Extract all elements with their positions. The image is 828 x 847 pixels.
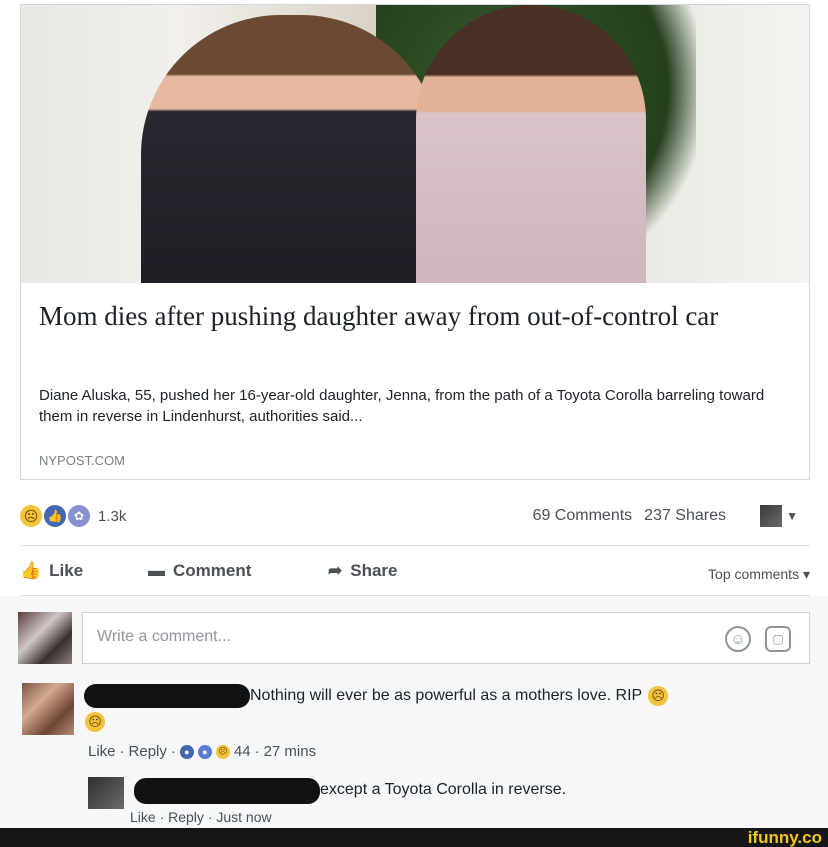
comment-sort-dropdown[interactable]: Top comments ▾	[708, 566, 810, 583]
chevron-down-icon: ▼	[786, 509, 798, 523]
watermark-bar: ifunny.co	[0, 828, 828, 847]
sad-emoji-icon: ☹	[85, 712, 105, 732]
replier-avatar[interactable]	[88, 777, 124, 809]
comment-reply-link[interactable]: Reply	[129, 743, 167, 760]
comment-meta: Like · Reply · ● ● ☹ 44 · 27 mins	[88, 743, 316, 760]
care-reaction-icon: ✿	[68, 505, 90, 527]
avatar	[760, 505, 783, 527]
commenter-avatar[interactable]	[22, 683, 74, 735]
like-reaction-icon: ●	[179, 744, 194, 759]
article-photo[interactable]	[21, 5, 809, 283]
comment-time[interactable]: 27 mins	[264, 743, 317, 760]
post-as-selector[interactable]: ▼	[760, 505, 798, 527]
comment-label: Comment	[173, 561, 252, 580]
divider	[20, 545, 810, 546]
sort-label: Top comments	[708, 566, 800, 582]
emoji-icon[interactable]: ☺	[725, 626, 751, 652]
article-description: Diane Aluska, 55, pushed her 16-year-old…	[39, 387, 765, 425]
current-user-avatar[interactable]	[18, 612, 72, 664]
comment-emoji-line: ☹	[85, 712, 105, 732]
shares-count[interactable]: 237 Shares	[644, 507, 726, 525]
link-preview-card[interactable]: Mom dies after pushing daughter away fro…	[20, 4, 810, 480]
separator-dot: ·	[119, 743, 125, 760]
daughter-figure	[416, 5, 646, 283]
comment-placeholder: Write a comment...	[97, 628, 231, 645]
ifunny-watermark: ifunny.co	[747, 828, 822, 847]
comment-text: Nothing will ever be as powerful as a mo…	[250, 686, 669, 706]
like-label: Like	[49, 561, 84, 580]
redacted-name	[84, 684, 250, 708]
article-headline[interactable]: Mom dies after pushing daughter away fro…	[39, 300, 779, 333]
sad-emoji-icon: ☹	[20, 505, 42, 527]
comments-count[interactable]: 69 Comments	[533, 507, 633, 525]
comment-button[interactable]: ▬ Comment	[148, 561, 251, 581]
share-arrow-icon: ➦	[328, 561, 343, 580]
stats-row: ☹ 👍 ✿ 1.3k 69 Comments 237 Shares ▼	[20, 505, 810, 531]
separator-dot: ·	[254, 743, 260, 760]
article-source: NYPOST.COM	[39, 453, 125, 468]
redacted-name	[134, 778, 320, 804]
comment-like-link[interactable]: Like	[88, 743, 116, 760]
thumbs-up-icon: 👍	[20, 561, 42, 580]
speech-bubble-icon: ▬	[148, 561, 165, 580]
sad-emoji-icon: ☹	[648, 686, 669, 706]
comment-input[interactable]: Write a comment... ☺ ▢	[82, 612, 810, 664]
sad-emoji-icon: ☹	[215, 744, 230, 759]
like-button[interactable]: 👍 Like	[20, 561, 83, 581]
share-label: Share	[350, 561, 398, 580]
sticker-icon[interactable]: ▢	[765, 626, 791, 652]
mother-figure	[141, 15, 441, 283]
reply-meta: Like · Reply · Just now	[130, 809, 272, 825]
reply-text: except a Toyota Corolla in reverse.	[320, 781, 567, 798]
comment-reaction-count[interactable]: 44	[234, 743, 251, 760]
separator-dot: ·	[170, 743, 176, 760]
reaction-summary[interactable]: ☹ 👍 ✿ 1.3k	[20, 505, 126, 527]
engagement-counts: 69 Comments 237 Shares	[533, 507, 726, 525]
action-bar: 👍 Like ▬ Comment ➦ Share Top comments ▾	[20, 558, 810, 588]
comment-body: Nothing will ever be as powerful as a mo…	[250, 687, 643, 704]
share-button[interactable]: ➦ Share	[328, 561, 398, 581]
chevron-down-icon: ▾	[802, 566, 810, 582]
like-reaction-icon: 👍	[44, 505, 66, 527]
care-reaction-icon: ●	[197, 744, 212, 759]
reaction-count[interactable]: 1.3k	[98, 508, 126, 525]
